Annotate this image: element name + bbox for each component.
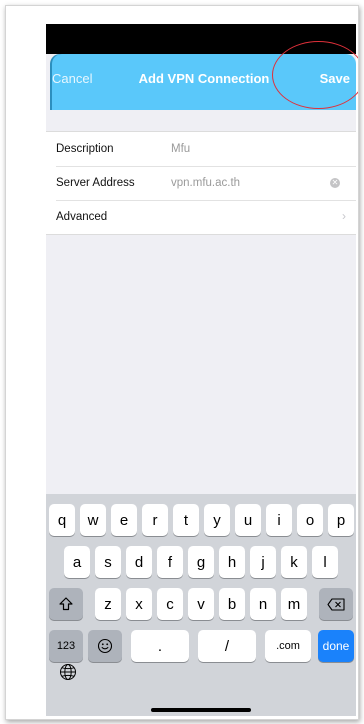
key-h[interactable]: h <box>219 546 245 578</box>
server-address-field[interactable]: vpn.mfu.ac.th <box>171 177 240 189</box>
key-y[interactable]: y <box>204 504 230 536</box>
key-b[interactable]: b <box>219 588 245 620</box>
row-divider <box>56 166 356 167</box>
key-l[interactable]: l <box>312 546 338 578</box>
key-i[interactable]: i <box>266 504 292 536</box>
advanced-row[interactable]: Advanced › <box>46 200 356 234</box>
key-o[interactable]: o <box>297 504 323 536</box>
numbers-key[interactable]: 123 <box>49 630 83 662</box>
key-m[interactable]: m <box>281 588 307 620</box>
key-s[interactable]: s <box>95 546 121 578</box>
key-w[interactable]: w <box>80 504 106 536</box>
server-address-row[interactable]: Server Address vpn.mfu.ac.th ✕ <box>46 166 356 200</box>
key-x[interactable]: x <box>126 588 152 620</box>
key-k[interactable]: k <box>281 546 307 578</box>
key-e[interactable]: e <box>111 504 137 536</box>
description-field[interactable]: Mfu <box>171 143 190 155</box>
phone-screen: Cancel Add VPN Connection Save Descripti… <box>46 24 356 716</box>
key-u[interactable]: u <box>235 504 261 536</box>
screenshot-frame: Cancel Add VPN Connection Save Descripti… <box>5 5 359 720</box>
home-indicator <box>151 708 251 712</box>
key-a[interactable]: a <box>64 546 90 578</box>
description-row[interactable]: Description Mfu <box>46 132 356 166</box>
delete-icon <box>327 597 345 611</box>
row-divider <box>56 200 356 201</box>
key-v[interactable]: v <box>188 588 214 620</box>
chevron-right-icon: › <box>342 209 346 223</box>
keyboard: q w e r t y u i o p a s d f g h j k l z … <box>46 494 356 716</box>
key-z[interactable]: z <box>95 588 121 620</box>
slash-key[interactable]: / <box>198 630 256 662</box>
description-label: Description <box>56 143 114 155</box>
key-q[interactable]: q <box>49 504 75 536</box>
key-c[interactable]: c <box>157 588 183 620</box>
key-r[interactable]: r <box>142 504 168 536</box>
key-f[interactable]: f <box>157 546 183 578</box>
period-key[interactable]: . <box>131 630 189 662</box>
highlight-circle <box>272 41 358 109</box>
advanced-label: Advanced <box>56 211 108 223</box>
key-d[interactable]: d <box>126 546 152 578</box>
done-key[interactable]: done <box>318 630 354 662</box>
vpn-form: Description Mfu Server Address vpn.mfu.a… <box>46 131 356 235</box>
dotcom-key[interactable]: .com <box>265 630 311 662</box>
emoji-key[interactable] <box>88 630 122 662</box>
globe-icon[interactable] <box>58 662 78 682</box>
delete-key[interactable] <box>319 588 353 620</box>
key-j[interactable]: j <box>250 546 276 578</box>
key-g[interactable]: g <box>188 546 214 578</box>
server-address-label: Server Address <box>56 177 135 189</box>
key-p[interactable]: p <box>328 504 354 536</box>
shift-key[interactable] <box>49 588 83 620</box>
shift-icon <box>59 597 73 611</box>
key-n[interactable]: n <box>250 588 276 620</box>
clear-icon[interactable]: ✕ <box>330 178 340 188</box>
emoji-icon <box>97 638 113 654</box>
key-t[interactable]: t <box>173 504 199 536</box>
